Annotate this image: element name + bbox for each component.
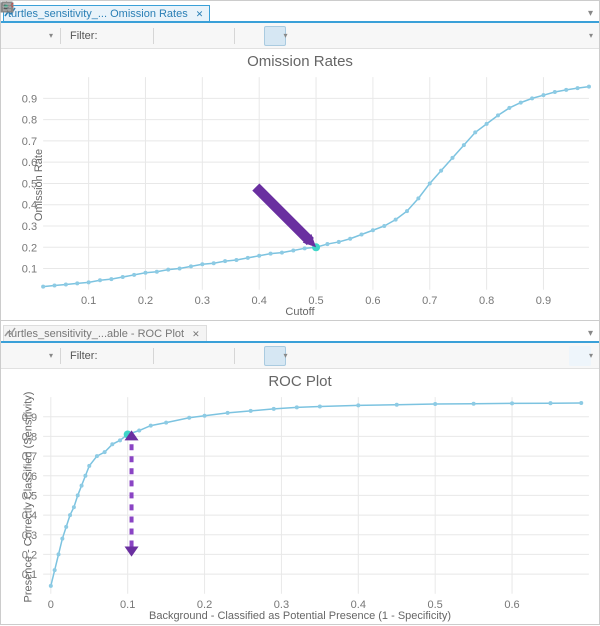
fullextent-icon[interactable] [316, 346, 338, 366]
pointer-tool-icon[interactable] [264, 346, 286, 366]
clear-selection-icon[interactable] [240, 26, 262, 46]
toolbar: ▾ Filter: ▾ ▾ [1, 343, 599, 369]
separator [153, 348, 154, 364]
roc-plot[interactable]: ROC Plot Presence - Correctly Classified… [1, 369, 599, 624]
svg-text:0.3: 0.3 [22, 221, 37, 233]
bar-chart-icon[interactable] [29, 26, 51, 46]
svg-text:0.3: 0.3 [22, 530, 37, 542]
svg-text:0.5: 0.5 [22, 178, 37, 190]
svg-text:0.7: 0.7 [422, 295, 437, 307]
line-chart-icon [4, 326, 16, 338]
filter-label: Filter: [66, 30, 100, 42]
rotate-icon[interactable] [207, 26, 229, 46]
rotate-icon[interactable] [207, 346, 229, 366]
clear-selection-icon[interactable] [240, 346, 262, 366]
filter-extent-icon[interactable] [102, 26, 124, 46]
table-icon[interactable] [159, 346, 181, 366]
svg-text:0.5: 0.5 [22, 490, 37, 502]
tabstrip: turtles_sensitivity_... Omission Rates ✕… [1, 1, 599, 23]
separator [60, 28, 61, 44]
pointer-tool-icon[interactable] [264, 26, 286, 46]
separator [234, 348, 235, 364]
chevron-down-icon[interactable]: ▾ [589, 351, 595, 360]
svg-text:0.2: 0.2 [22, 242, 37, 254]
tab-label: turtles_sensitivity_...able - ROC Plot [8, 328, 184, 340]
svg-text:0.2: 0.2 [197, 599, 212, 611]
omission-plot[interactable]: Omission Rates Omission Rate Cutoff 0.10… [1, 49, 599, 320]
properties-icon[interactable] [5, 26, 27, 46]
separator [60, 348, 61, 364]
svg-text:0.7: 0.7 [22, 136, 37, 148]
swap-icon[interactable] [183, 26, 205, 46]
svg-text:0.6: 0.6 [365, 295, 380, 307]
chevron-down-icon[interactable]: ▾ [284, 31, 290, 40]
filter-selection-icon[interactable] [126, 26, 148, 46]
svg-text:0.8: 0.8 [22, 431, 37, 443]
chevron-down-icon[interactable]: ▾ [589, 31, 595, 40]
plot-svg: 0.1 0.2 0.3 0.4 0.5 0.6 0.7 0.8 0.9 0.1 0.2 0.3 0.4 0… [1, 49, 599, 322]
chevron-down-icon[interactable]: ▾ [49, 31, 55, 40]
svg-text:0.5: 0.5 [308, 295, 323, 307]
zoom-icon[interactable] [292, 26, 314, 46]
list-icon[interactable] [569, 346, 591, 366]
svg-text:0.8: 0.8 [479, 295, 494, 307]
svg-text:0.9: 0.9 [536, 295, 551, 307]
bar-chart-icon[interactable] [29, 346, 51, 366]
svg-text:0.1: 0.1 [81, 295, 96, 307]
tab-label: turtles_sensitivity_... Omission Rates [8, 8, 188, 20]
separator [234, 28, 235, 44]
svg-text:0.3: 0.3 [195, 295, 210, 307]
tab-omission[interactable]: turtles_sensitivity_... Omission Rates ✕ [3, 5, 210, 21]
svg-text:0: 0 [48, 599, 54, 611]
tab-menu-icon[interactable]: ▾ [582, 326, 599, 341]
svg-text:0.1: 0.1 [22, 264, 37, 276]
toolbar: ▾ Filter: ▾ ▾ [1, 23, 599, 49]
table-icon[interactable] [159, 26, 181, 46]
svg-text:0.4: 0.4 [351, 599, 366, 611]
swap-icon[interactable] [183, 346, 205, 366]
filter-label: Filter: [66, 350, 100, 362]
svg-text:0.2: 0.2 [22, 549, 37, 561]
svg-text:0.3: 0.3 [274, 599, 289, 611]
chevron-down-icon[interactable]: ▾ [49, 351, 55, 360]
omission-chart-panel: turtles_sensitivity_... Omission Rates ✕… [0, 0, 600, 321]
svg-text:0.4: 0.4 [22, 200, 37, 212]
svg-text:0.7: 0.7 [22, 451, 37, 463]
svg-text:0.6: 0.6 [504, 599, 519, 611]
filter-selection-icon[interactable] [126, 346, 148, 366]
chevron-down-icon[interactable]: ▾ [284, 351, 290, 360]
tab-menu-icon[interactable]: ▾ [582, 6, 599, 21]
svg-text:0.1: 0.1 [22, 569, 37, 581]
svg-text:0.1: 0.1 [120, 599, 135, 611]
tabstrip: turtles_sensitivity_...able - ROC Plot ✕… [1, 321, 599, 343]
list-icon[interactable] [569, 26, 591, 46]
svg-text:0.4: 0.4 [252, 295, 267, 307]
svg-text:0.5: 0.5 [428, 599, 443, 611]
svg-text:0.8: 0.8 [22, 115, 37, 127]
plot-svg: 0 0.1 0.2 0.3 0.4 0.5 0.6 0.1 0.2 0.3 0.4 0.5 0.6 0.7… [1, 369, 599, 626]
close-icon[interactable]: ✕ [196, 9, 204, 20]
close-icon[interactable]: ✕ [192, 329, 200, 340]
filter-extent-icon[interactable] [102, 346, 124, 366]
properties-icon[interactable] [5, 346, 27, 366]
svg-text:0.6: 0.6 [22, 471, 37, 483]
separator [153, 28, 154, 44]
tab-roc[interactable]: turtles_sensitivity_...able - ROC Plot ✕ [3, 325, 207, 341]
roc-chart-panel: turtles_sensitivity_...able - ROC Plot ✕… [0, 320, 600, 625]
svg-text:0.4: 0.4 [22, 510, 37, 522]
fullextent-icon[interactable] [316, 26, 338, 46]
svg-text:0.2: 0.2 [138, 295, 153, 307]
svg-text:0.9: 0.9 [22, 93, 37, 105]
svg-text:0.9: 0.9 [22, 412, 37, 424]
zoom-icon[interactable] [292, 346, 314, 366]
svg-text:0.6: 0.6 [22, 157, 37, 169]
